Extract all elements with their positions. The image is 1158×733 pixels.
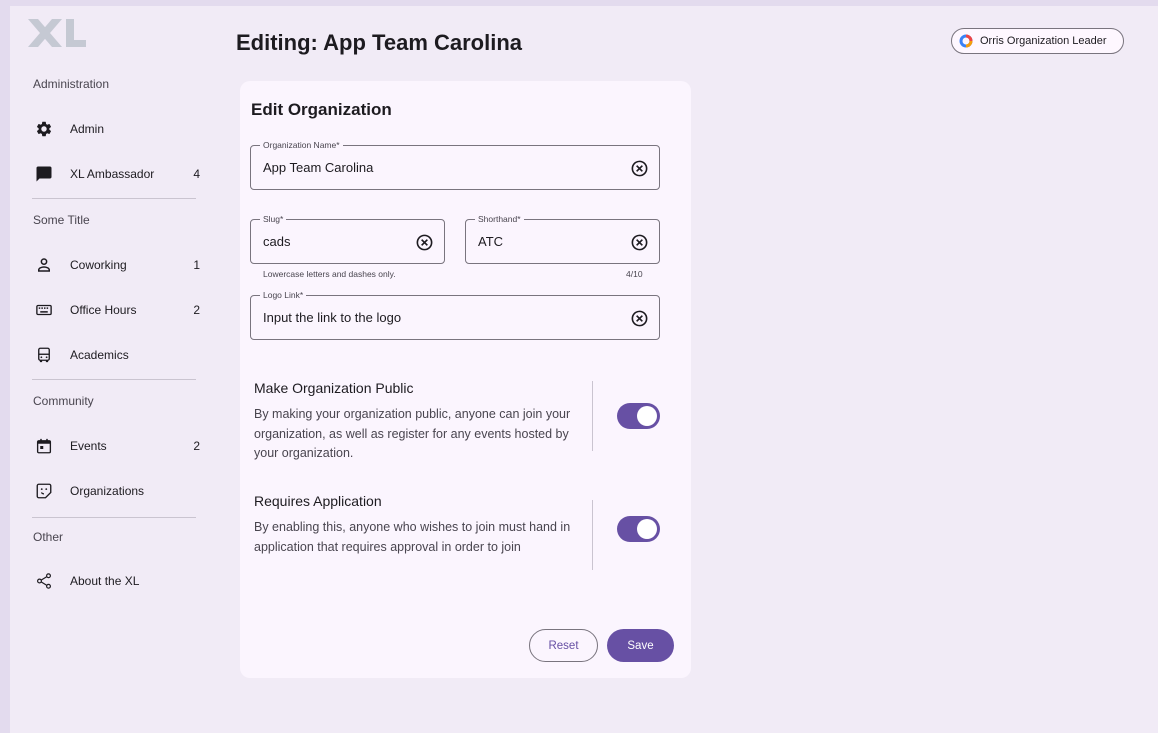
share-icon <box>32 569 56 593</box>
sidebar-divider <box>32 379 196 380</box>
sidebar-item-xl-ambassador[interactable]: XL Ambassador 4 <box>24 155 206 193</box>
public-setting-description: By making your organization public, anyo… <box>254 407 571 460</box>
sidebar-item-label: Coworking <box>70 258 127 272</box>
sidebar-item-badge: 4 <box>193 167 200 181</box>
xl-logo <box>28 19 86 47</box>
sidebar-item-office-hours[interactable]: Office Hours 2 <box>24 291 206 329</box>
organization-name-field: Organization Name* <box>250 140 660 190</box>
shorthand-counter: 4/10 <box>626 269 643 279</box>
section-title-other: Other <box>33 530 64 544</box>
sticker-icon <box>32 479 56 503</box>
org-ring-icon <box>959 34 973 48</box>
slug-label: Slug* <box>260 214 287 225</box>
sidebar-item-admin[interactable]: Admin <box>24 110 206 148</box>
sidebar-item-label: Organizations <box>70 484 145 498</box>
sidebar-item-organizations[interactable]: Organizations <box>24 472 206 510</box>
sidebar-item-badge: 1 <box>193 258 200 272</box>
sidebar: Administration Admin XL Ambassador 4 Som… <box>10 6 210 733</box>
toggle-knob <box>637 406 657 426</box>
public-setting-title: Make Organization Public <box>254 380 414 396</box>
logo-link-field: Logo Link* <box>250 290 660 340</box>
organization-name-input[interactable] <box>263 160 583 175</box>
setting-divider <box>592 381 593 451</box>
keyboard-icon <box>32 298 56 322</box>
sidebar-item-label: Events <box>70 439 107 453</box>
person-icon <box>32 253 56 277</box>
sidebar-item-coworking[interactable]: Coworking 1 <box>24 246 206 284</box>
app-frame: Administration Admin XL Ambassador 4 Som… <box>10 6 1158 733</box>
chat-icon <box>32 162 56 186</box>
page-title: Editing: App Team Carolina <box>236 30 523 55</box>
clear-icon[interactable] <box>415 233 434 252</box>
gear-icon <box>32 117 56 141</box>
save-button[interactable]: Save <box>607 629 674 662</box>
sidebar-item-label: About the XL <box>70 574 140 588</box>
role-chip-label: Orris Organization Leader <box>980 35 1107 47</box>
role-chip[interactable]: Orris Organization Leader <box>951 28 1124 54</box>
application-toggle[interactable] <box>617 516 660 542</box>
sidebar-item-badge: 2 <box>193 439 200 453</box>
organization-name-label: Organization Name* <box>260 140 343 151</box>
public-toggle[interactable] <box>617 403 660 429</box>
sidebar-divider <box>32 517 196 518</box>
section-title-community: Community <box>33 394 94 408</box>
edit-organization-card: Edit Organization Organization Name* Slu… <box>240 81 691 678</box>
setting-divider <box>592 500 593 570</box>
toggle-knob <box>637 519 657 539</box>
sidebar-item-about[interactable]: About the XL <box>24 562 206 600</box>
shorthand-label: Shorthand* <box>475 214 524 225</box>
sidebar-item-label: Academics <box>70 348 129 362</box>
shorthand-input[interactable] <box>478 234 618 249</box>
sidebar-item-badge: 2 <box>193 303 200 317</box>
sidebar-item-label: XL Ambassador <box>70 167 155 181</box>
section-title-administration: Administration <box>33 77 110 91</box>
logo-link-label: Logo Link* <box>260 290 307 301</box>
clear-icon[interactable] <box>630 309 649 328</box>
sidebar-item-label: Admin <box>70 122 105 136</box>
slug-field: Slug* <box>250 214 445 264</box>
application-setting-description: By enabling this, anyone who wishes to j… <box>254 520 571 554</box>
application-setting-title: Requires Application <box>254 493 382 509</box>
slug-input[interactable] <box>263 234 403 249</box>
sidebar-item-label: Office Hours <box>70 303 137 317</box>
shorthand-field: Shorthand* <box>465 214 660 264</box>
sidebar-item-academics[interactable]: Academics <box>24 336 206 374</box>
sidebar-divider <box>32 198 196 199</box>
slug-helper-text: Lowercase letters and dashes only. <box>263 269 396 279</box>
bus-icon <box>32 343 56 367</box>
reset-button[interactable]: Reset <box>529 629 598 662</box>
section-title-some-title: Some Title <box>33 213 90 227</box>
calendar-icon <box>32 434 56 458</box>
sidebar-item-events[interactable]: Events 2 <box>24 427 206 465</box>
card-title: Edit Organization <box>251 100 392 119</box>
logo-link-input[interactable] <box>263 310 583 325</box>
clear-icon[interactable] <box>630 233 649 252</box>
clear-icon[interactable] <box>630 159 649 178</box>
